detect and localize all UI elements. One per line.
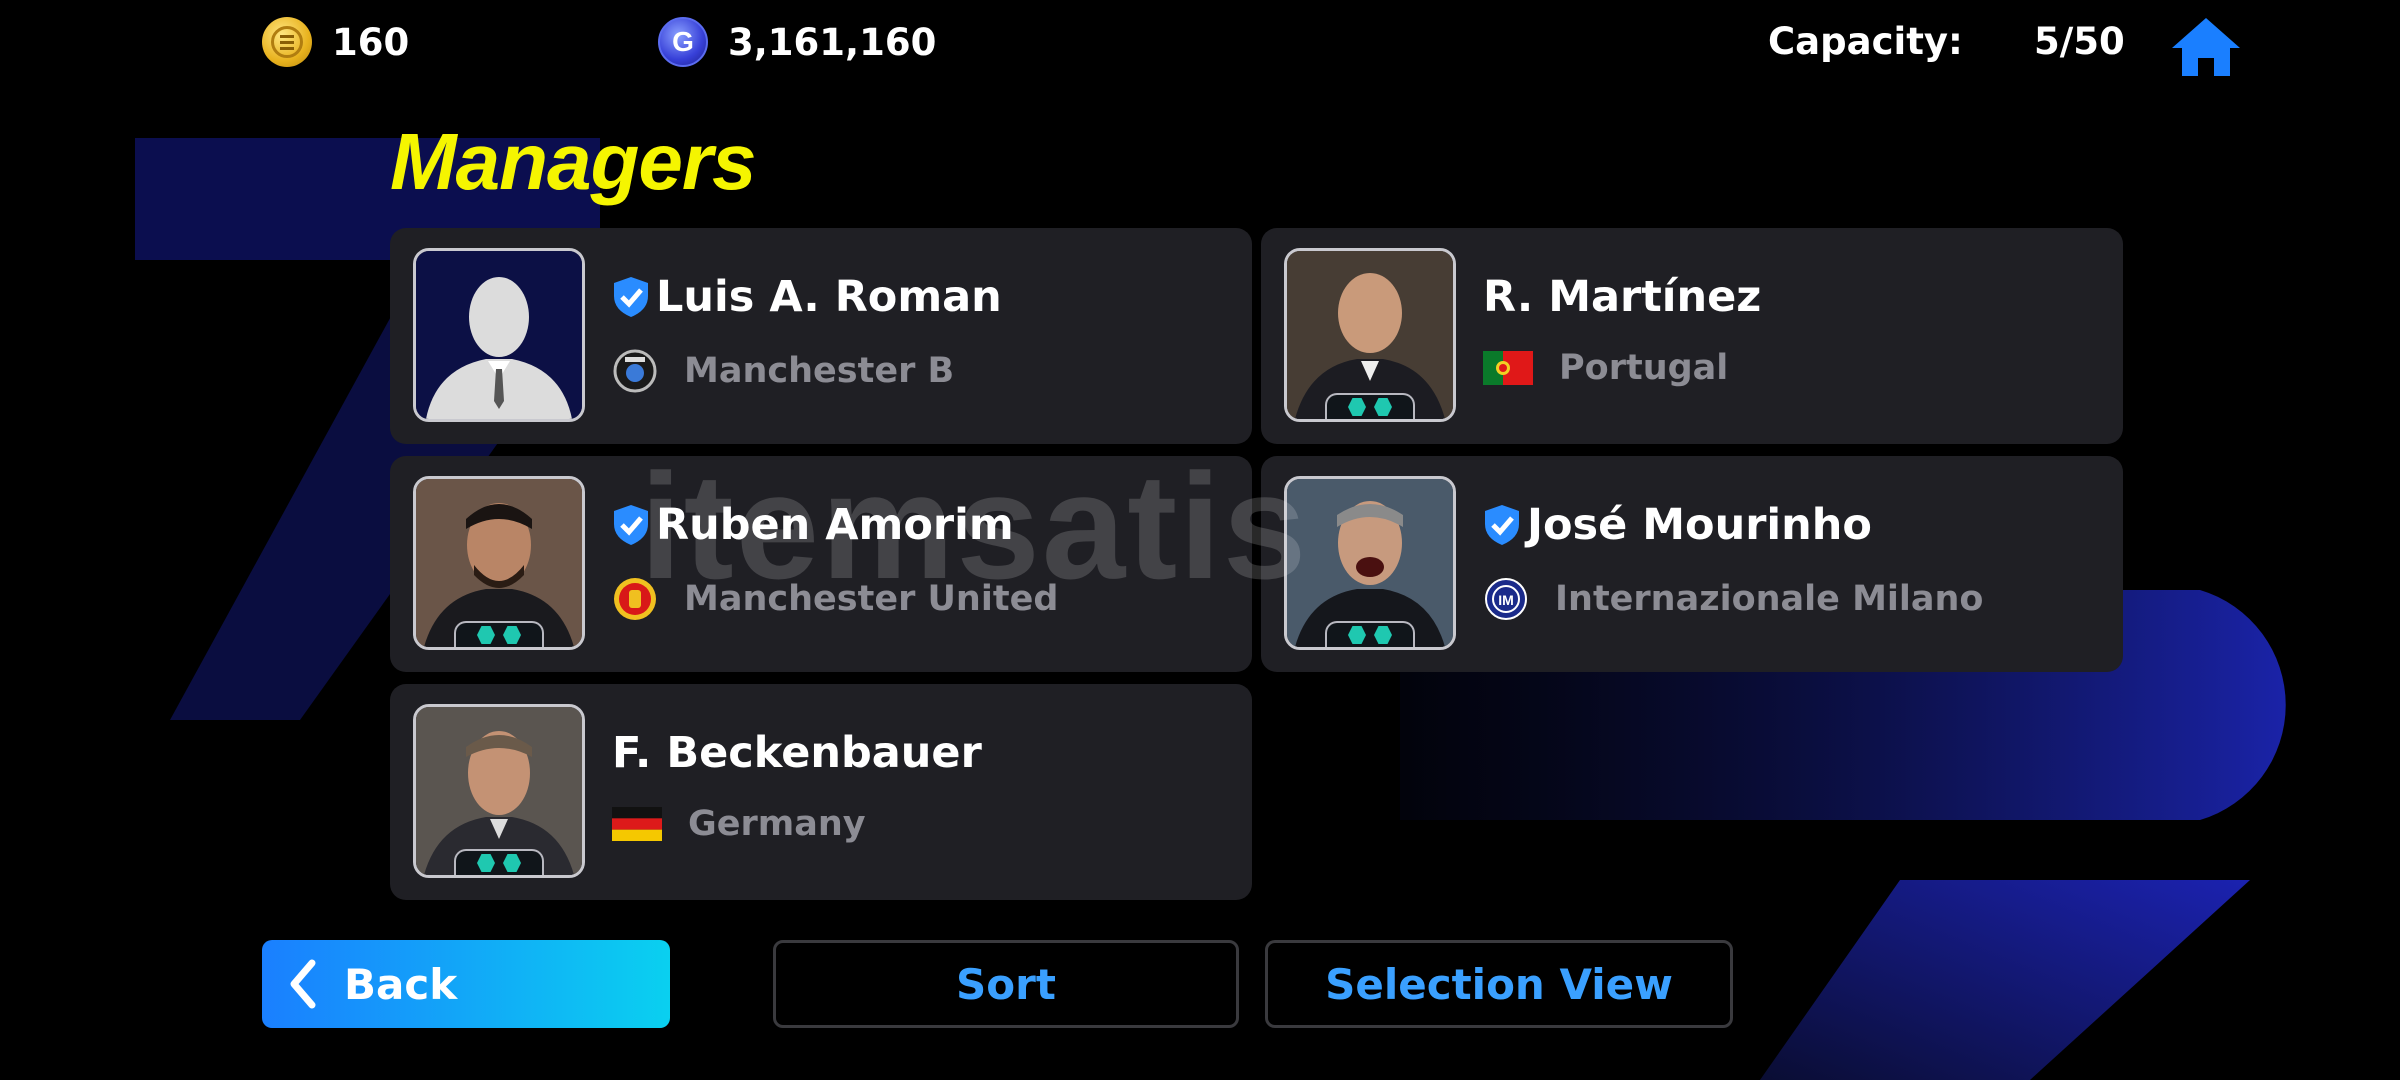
manager-team-row: Manchester B — [612, 348, 954, 394]
inter-milan-crest-icon: IM — [1483, 576, 1529, 622]
manager-name-row: F. Beckenbauer — [612, 728, 982, 778]
manager-card[interactable]: F. Beckenbauer Germany — [390, 684, 1252, 900]
manager-name: Ruben Amorim — [656, 500, 1014, 550]
portugal-flag-icon — [1483, 351, 1533, 385]
verified-shield-icon — [1485, 505, 1519, 545]
rating-badge — [454, 621, 544, 647]
selection-view-label: Selection View — [1325, 959, 1673, 1009]
selection-view-button[interactable]: Selection View — [1265, 940, 1733, 1028]
manager-name-row: R. Martínez — [1483, 272, 1761, 322]
manager-photo — [413, 476, 585, 650]
ecoin-balance: 160 — [262, 14, 409, 70]
verified-shield-icon — [614, 277, 648, 317]
home-button[interactable] — [2170, 14, 2242, 78]
manager-team-row: Germany — [612, 804, 866, 844]
gp-balance: G 3,161,160 — [658, 14, 936, 70]
rating-badge — [1325, 621, 1415, 647]
manager-card[interactable]: José Mourinho IM Internazionale Milano — [1261, 456, 2123, 672]
manager-name: F. Beckenbauer — [612, 728, 982, 778]
home-icon — [2172, 18, 2240, 76]
sort-button[interactable]: Sort — [773, 940, 1239, 1028]
ecoin-amount: 160 — [332, 20, 410, 64]
gp-amount: 3,161,160 — [728, 20, 937, 64]
sort-label: Sort — [956, 959, 1056, 1009]
page-title: Managers — [390, 117, 756, 206]
manager-team: Internazionale Milano — [1555, 579, 1984, 619]
manager-team: Portugal — [1559, 348, 1729, 388]
top-bar: 160 G 3,161,160 Capacity: 5/50 — [0, 0, 2400, 90]
manager-team: Manchester B — [684, 351, 955, 391]
back-label: Back — [344, 959, 458, 1009]
manager-photo — [1284, 248, 1456, 422]
chevron-left-icon — [290, 959, 316, 1009]
manchester-united-crest-icon — [612, 576, 658, 622]
manager-photo — [413, 248, 585, 422]
capacity-value: 5/50 — [2034, 20, 2125, 63]
manager-team-row: Manchester United — [612, 576, 1058, 622]
rating-badge — [454, 849, 544, 875]
manager-name-row: Ruben Amorim — [612, 500, 1014, 550]
manager-name: R. Martínez — [1483, 272, 1762, 322]
manager-name: Luis A. Roman — [656, 272, 1002, 322]
manager-team: Manchester United — [684, 579, 1059, 619]
club-crest-icon — [612, 348, 658, 394]
manager-card[interactable]: Ruben Amorim Manchester United — [390, 456, 1252, 672]
manager-card[interactable]: R. Martínez Portugal — [1261, 228, 2123, 444]
manager-team-row: Portugal — [1483, 348, 1728, 388]
rating-badge — [1325, 393, 1415, 419]
manager-photo — [1284, 476, 1456, 650]
manager-card[interactable]: Luis A. Roman Manchester B — [390, 228, 1252, 444]
ecoin-icon — [262, 17, 312, 67]
manager-team: Germany — [688, 804, 866, 844]
back-button[interactable]: Back — [262, 940, 670, 1028]
manager-name: José Mourinho — [1527, 500, 1872, 550]
gp-icon: G — [658, 17, 708, 67]
manager-name-row: José Mourinho — [1483, 500, 1872, 550]
manager-photo — [413, 704, 585, 878]
capacity-label: Capacity: — [1768, 20, 1963, 63]
manager-team-row: IM Internazionale Milano — [1483, 576, 1983, 622]
manager-name-row: Luis A. Roman — [612, 272, 1002, 322]
germany-flag-icon — [612, 807, 662, 841]
svg-text:IM: IM — [1498, 592, 1514, 608]
verified-shield-icon — [614, 505, 648, 545]
